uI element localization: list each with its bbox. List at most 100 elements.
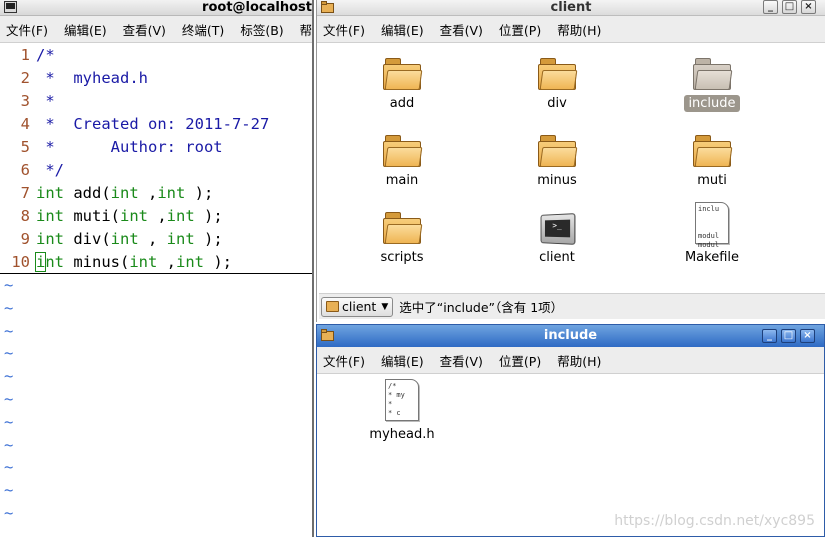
code-token: ,	[138, 230, 167, 248]
code-line: 8 int muti(int ,int );	[0, 205, 312, 228]
close-button[interactable]: ×	[800, 329, 815, 343]
code-token: * Created on: 2011-7-27	[36, 115, 270, 133]
vim-editor[interactable]: 1/* 2 * myhead.h 3 * 4 * Created on: 2011-7…	[0, 44, 312, 537]
menu-item[interactable]: 编辑(E)	[381, 351, 424, 370]
file-name: muti	[697, 173, 727, 188]
file-item-client[interactable]: >_ client	[502, 204, 612, 266]
file-item-include[interactable]: include	[657, 50, 767, 112]
empty-line-marker: ~	[4, 298, 14, 317]
menu-item[interactable]: 标签(B)	[240, 20, 283, 39]
file-name: myhead.h	[369, 427, 435, 442]
code-token: muti(	[64, 207, 120, 225]
include-window: include _ □ × 文件(F) 编辑(E) 查看(V) 位置(P) 帮助(H) …	[316, 324, 825, 537]
file-item-makefile[interactable]: inclu modul modul Makefile	[657, 202, 767, 266]
location-button[interactable]: client ▼	[321, 296, 394, 317]
file-item-myhead.h[interactable]: /* * my * * c myhead.h	[347, 379, 457, 443]
code-token: int	[110, 230, 139, 248]
menu-item[interactable]: 文件(F)	[323, 351, 365, 370]
code-line: 6 */	[0, 159, 312, 182]
line-number: 4	[20, 115, 30, 133]
folder-icon	[536, 50, 578, 90]
empty-line-marker: ~	[4, 481, 14, 500]
terminal-icon: >_	[540, 213, 576, 245]
folder-icon	[538, 135, 578, 167]
menu-item[interactable]: 终端(T)	[182, 20, 224, 39]
terminal-titlebar[interactable]: root@localhost	[0, 0, 312, 16]
code-token: int	[36, 184, 64, 202]
minimize-button[interactable]: _	[763, 0, 778, 14]
file-name: include	[684, 95, 740, 112]
folder-front	[694, 147, 733, 167]
client-titlebar[interactable]: client _ □ ×	[317, 0, 825, 16]
code-token: int	[157, 184, 186, 202]
cursor: i	[34, 252, 47, 272]
code-line: 3 *	[0, 90, 312, 113]
code-token: minus(	[64, 253, 130, 271]
menu-item[interactable]: 位置(P)	[499, 20, 541, 39]
empty-line-marker: ~	[4, 344, 14, 363]
code-token: int	[176, 253, 205, 271]
file-item-div[interactable]: div	[502, 50, 612, 112]
line-number: 9	[20, 230, 30, 248]
code-line: 7 int add(int ,int );	[0, 182, 312, 205]
menu-item[interactable]: 位置(P)	[499, 351, 541, 370]
menu-item[interactable]: 帮助	[300, 20, 312, 39]
menu-item[interactable]: 帮助(H)	[557, 351, 601, 370]
file-item-muti[interactable]: muti	[657, 127, 767, 189]
location-label: client	[342, 299, 377, 314]
folder-icon	[536, 127, 578, 167]
folder-icon	[381, 50, 423, 90]
minimize-button[interactable]: _	[762, 329, 777, 343]
folder-front	[384, 224, 423, 244]
file-preview-line: * c	[388, 409, 401, 417]
code-token: );	[194, 230, 223, 248]
line-number: 8	[20, 207, 30, 225]
selection-status: 选中了“include”（含有 1项）	[399, 300, 564, 315]
watermark: https://blog.csdn.net/xyc895	[614, 513, 815, 529]
client-title: client	[550, 0, 592, 15]
file-item-scripts[interactable]: scripts	[347, 204, 457, 266]
line-number: 2	[20, 69, 30, 87]
code-token: */	[36, 161, 64, 179]
menu-item[interactable]: 查看(V)	[123, 20, 166, 39]
code-token: int	[34, 252, 65, 272]
code-line: 4 * Created on: 2011-7-27	[0, 113, 312, 136]
menu-item[interactable]: 编辑(E)	[64, 20, 107, 39]
file-item-minus[interactable]: minus	[502, 127, 612, 189]
include-menubar: 文件(F) 编辑(E) 查看(V) 位置(P) 帮助(H)	[317, 347, 824, 374]
file-item-add[interactable]: add	[347, 50, 457, 112]
maximize-button[interactable]: □	[781, 329, 796, 343]
empty-line-marker: ~	[4, 412, 14, 431]
code-token: int	[36, 207, 64, 225]
terminal-window: root@localhost 文件(F) 编辑(E) 查看(V) 终端(T) 标签(B)…	[0, 0, 314, 537]
file-item-main[interactable]: main	[347, 127, 457, 189]
code-token: * Author: root	[36, 138, 223, 156]
code-line: 2 * myhead.h	[0, 67, 312, 90]
menu-item[interactable]: 编辑(E)	[381, 20, 424, 39]
line-number: 3	[20, 92, 30, 110]
executable-icon: >_	[536, 204, 578, 245]
file-name: div	[547, 96, 567, 111]
file-preview-line	[698, 214, 726, 223]
menu-item[interactable]: 查看(V)	[440, 20, 483, 39]
code-token: add(	[64, 184, 111, 202]
terminal-icon	[4, 1, 17, 13]
text-icon: /* * my * * c	[381, 379, 423, 421]
line-number: 6	[20, 161, 30, 179]
code-token: int	[166, 207, 195, 225]
menu-item[interactable]: 文件(F)	[6, 20, 48, 39]
close-button[interactable]: ×	[801, 0, 816, 14]
maximize-button[interactable]: □	[782, 0, 797, 14]
menu-item[interactable]: 帮助(H)	[557, 20, 601, 39]
terminal-menubar: 文件(F) 编辑(E) 查看(V) 终端(T) 标签(B) 帮助	[0, 16, 312, 43]
code-token: *	[36, 92, 55, 110]
code-token: int	[110, 184, 139, 202]
include-titlebar[interactable]: include _ □ ×	[317, 325, 824, 347]
menu-item[interactable]: 查看(V)	[440, 351, 483, 370]
code-token: int	[129, 253, 158, 271]
text-file-icon: inclu modul modul	[695, 202, 729, 249]
folder-icon	[383, 212, 423, 244]
line-number: 10	[11, 253, 30, 271]
text-icon: inclu modul modul	[691, 202, 733, 249]
menu-item[interactable]: 文件(F)	[323, 20, 365, 39]
